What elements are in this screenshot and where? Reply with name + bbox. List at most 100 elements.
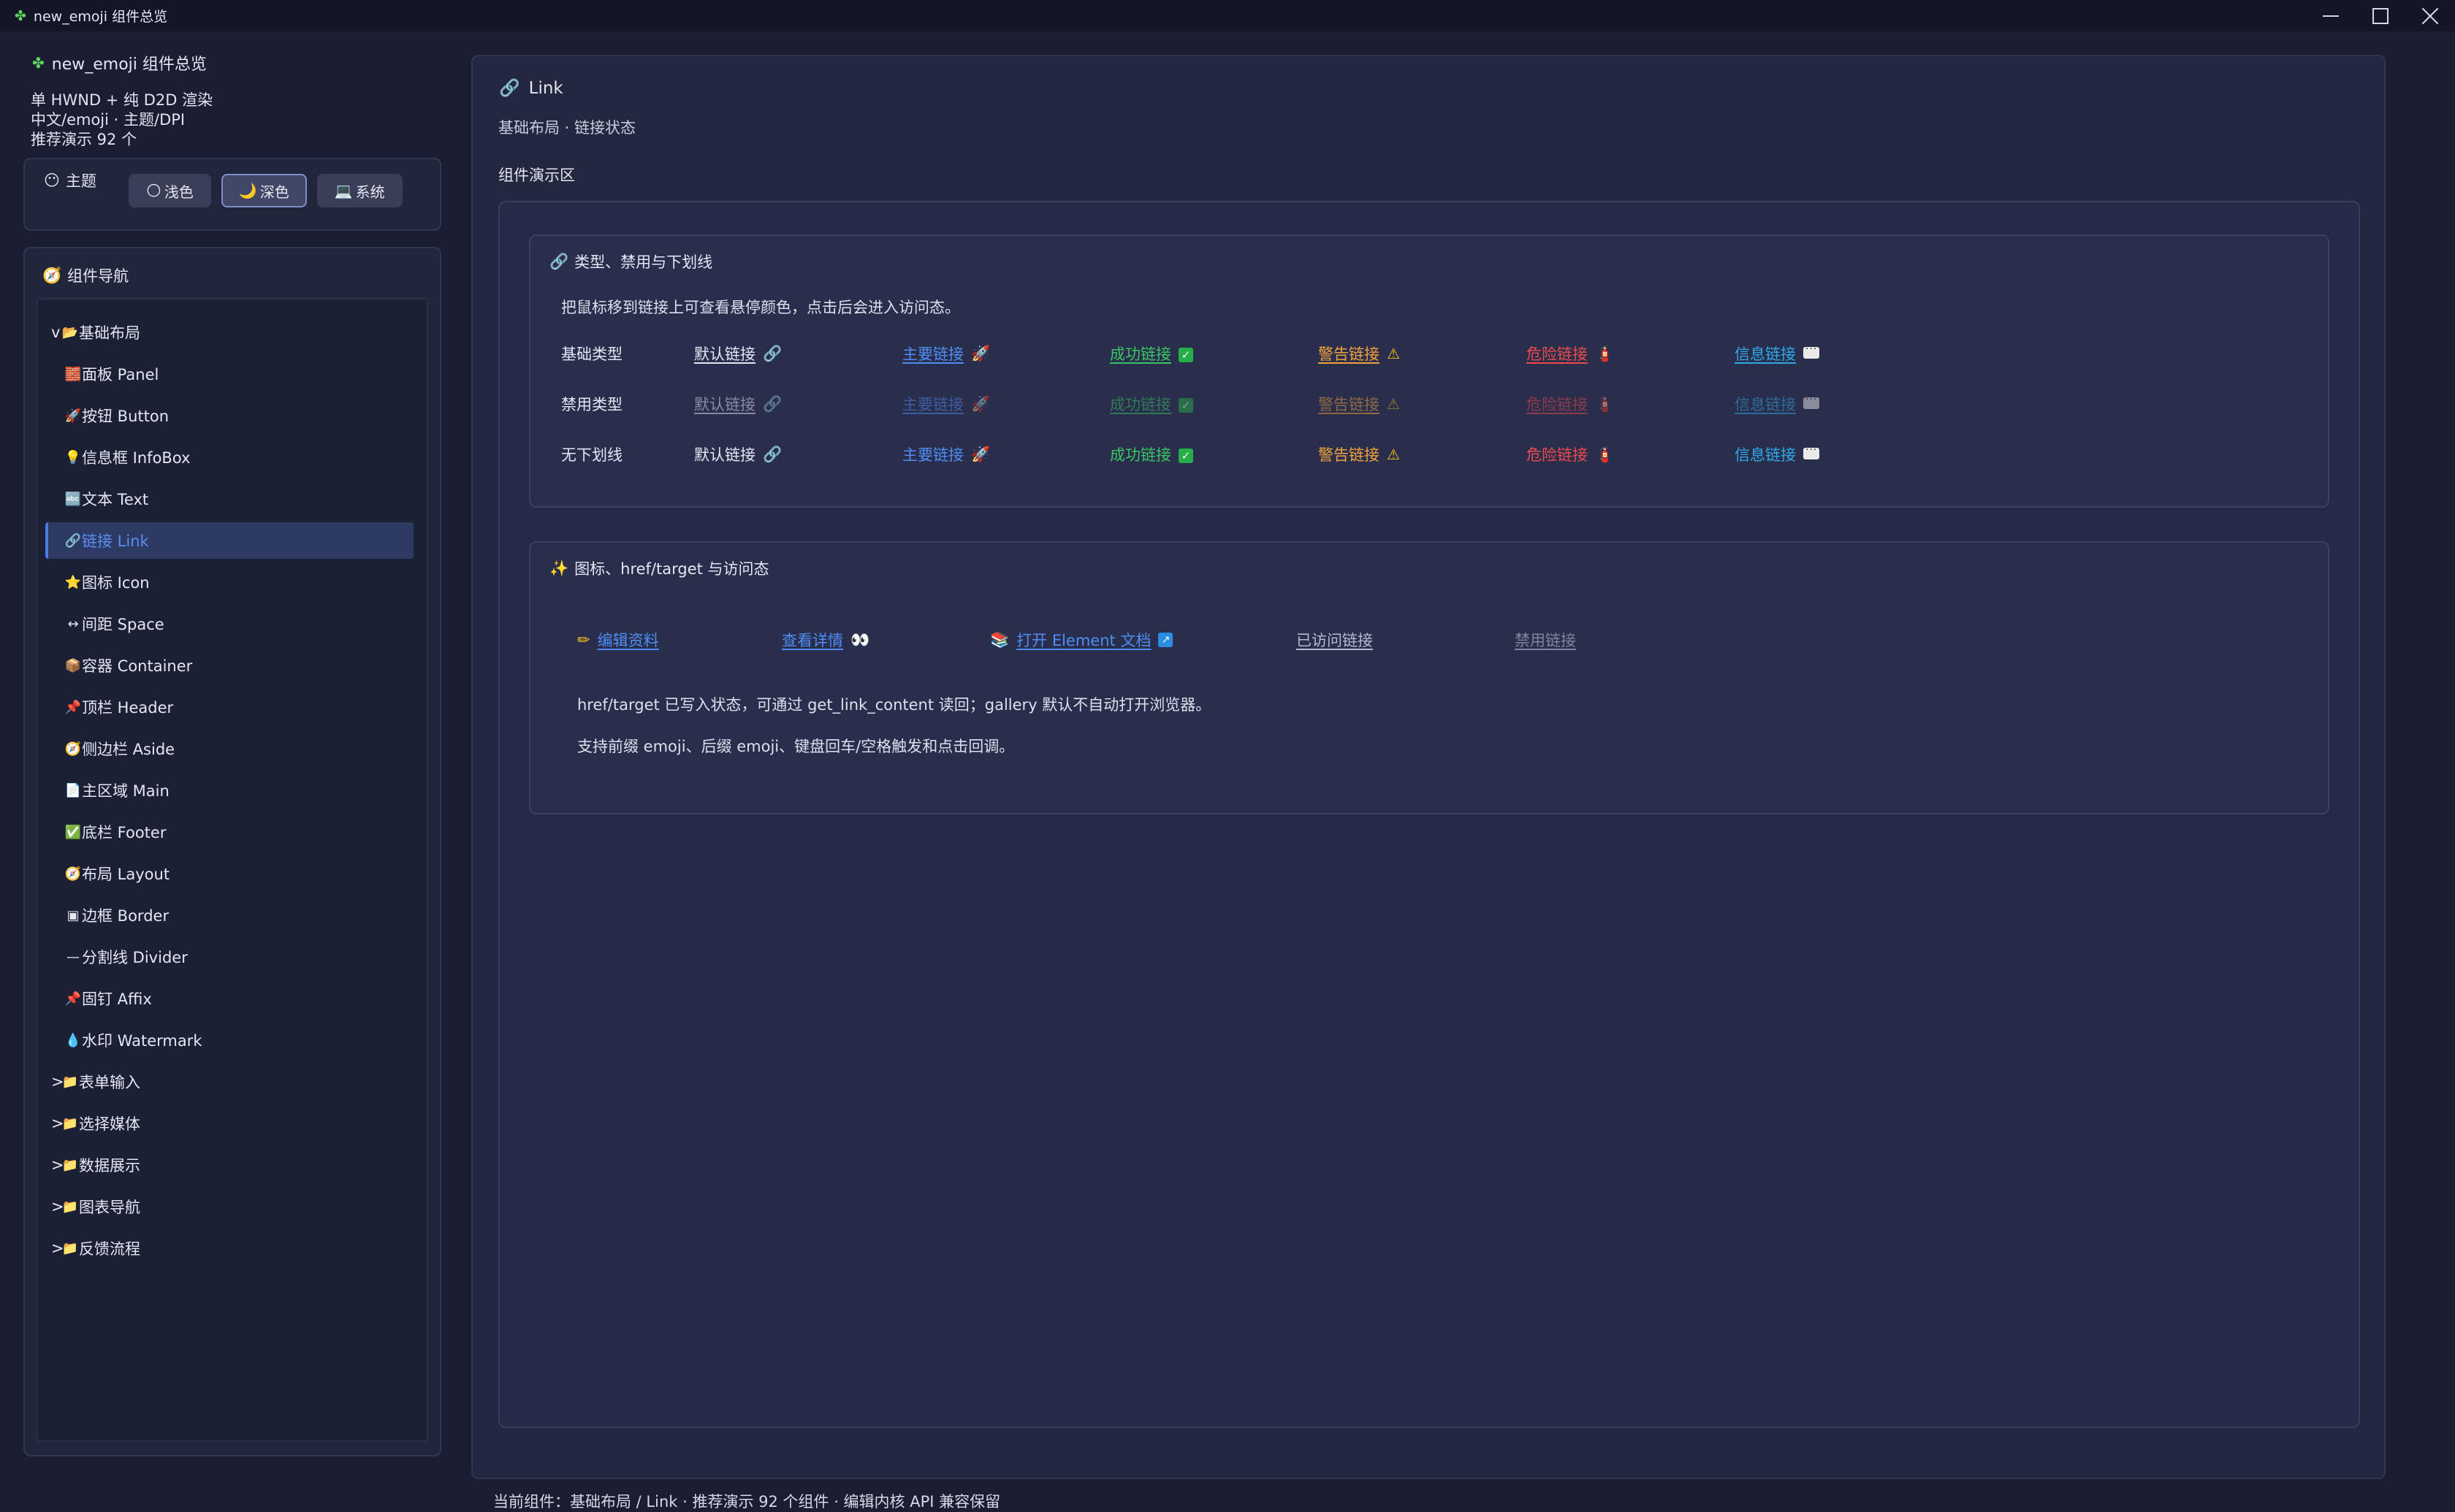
chevron-right-icon: > [51,1198,64,1215]
nav-item[interactable]: ↔ 间距 Space [38,606,427,642]
nav-item[interactable]: 📄 主区域 Main [38,772,427,809]
nav-item[interactable]: 💧 水印 Watermark [38,1022,427,1058]
nav-item-label: 容器 Container [82,657,193,675]
section-title: ✨ 图标、href/target 与访问态 [549,557,769,579]
books-icon: 📚 [990,630,1010,649]
link-text: 主要链接 [902,345,964,363]
nav-item[interactable]: 🔗 链接 Link [45,522,414,559]
nav-item-label: 面板 Panel [82,366,159,383]
info-link[interactable]: 信息链接 [1735,343,1819,364]
component-icon: 💡 [64,449,82,465]
link-text: 默认链接 [694,345,755,363]
nav-item[interactable]: — 分割线 Divider [38,939,427,975]
link-text: 危险链接 [1526,396,1588,413]
theme-system-button[interactable]: 💻 系统 [316,174,403,207]
nav-item[interactable]: 💡 信息框 InfoBox [38,439,427,476]
speech-bubble-icon [1803,343,1819,362]
warning-icon: ⚠ [1387,395,1400,413]
info-line: 单 HWND + 纯 D2D 渲染 [31,91,213,109]
success-link: 成功链接 ✓ [1110,393,1193,415]
nav-item[interactable]: ▣ 边框 Border [38,897,427,933]
pencil-icon: ✏ [577,631,590,649]
link-icon: 🔗 [763,445,783,463]
edit-profile-link[interactable]: ✏ 编辑资料 [577,629,659,651]
brand-info: 单 HWND + 纯 D2D 渲染 中文/emoji · 主题/DPI 推荐演示… [31,91,213,150]
link-icon: 🔗 [499,79,520,98]
nav-group[interactable]: > 📁 数据展示 [38,1147,427,1183]
chevron-right-icon: > [51,1115,64,1132]
external-link-icon: ↗ [1158,633,1173,647]
nav-item-label: 文本 Text [82,491,149,508]
primary-link[interactable]: 主要链接 🚀 [902,443,990,465]
section-title-text: 类型、禁用与下划线 [574,253,713,271]
nav-item-label: 表单输入 [79,1074,140,1091]
open-docs-link[interactable]: 📚 打开 Element 文档 ↗ [990,629,1173,651]
link-text: 打开 Element 文档 [1016,632,1152,649]
nav-group[interactable]: v 📂 基础布局 [38,314,427,351]
info-link[interactable]: 信息链接 [1735,443,1819,465]
nav-item[interactable]: ✅ 底栏 Footer [38,814,427,850]
nav-card: 🧭 组件导航 v 📂 基础布局 🧱 面板 Panel 🚀 按钮 Button 💡 信息框 Inf… [23,247,441,1456]
warning-link[interactable]: 警告链接 ⚠ [1318,443,1400,465]
rocket-icon: 🚀 [971,445,991,463]
nav-group[interactable]: > 📁 选择媒体 [38,1105,427,1142]
check-icon: ✓ [1179,446,1193,463]
nav-item[interactable]: 🧱 面板 Panel [38,356,427,392]
nav-item-label: 图标 Icon [82,574,150,592]
warning-icon: ⚠ [1387,345,1400,362]
maximize-icon [2372,7,2389,24]
warning-link[interactable]: 警告链接 ⚠ [1318,343,1400,364]
component-icon: 📦 [64,657,82,673]
compass-icon: 🧭 [42,266,62,284]
view-details-link[interactable]: 查看详情 👀 [782,629,869,651]
primary-link[interactable]: 主要链接 🚀 [902,343,990,364]
nav-group[interactable]: > 📁 表单输入 [38,1064,427,1100]
theme-button-label: 系统 [355,183,385,201]
link-icon: 🔗 [763,344,783,362]
disabled-link: 禁用链接 [1515,629,1576,651]
brand-title: new_emoji 组件总览 [51,56,207,74]
danger-link[interactable]: 危险链接 🧯 [1526,343,1614,364]
nav-item[interactable]: ⭐ 图标 Icon [38,564,427,600]
minimize-button[interactable] [2306,0,2356,31]
theme-light-button[interactable]: 🌕 浅色 [129,174,211,207]
nav-group[interactable]: > 📁 图表导航 [38,1188,427,1225]
eyes-icon: 👀 [850,630,870,649]
nav-item-label: 反馈流程 [79,1240,140,1258]
link-text: 危险链接 [1526,446,1588,464]
row-label: 无下划线 [561,446,623,464]
nav-item[interactable]: 🔤 文本 Text [38,481,427,517]
nav-item[interactable]: 📌 固钉 Affix [38,980,427,1017]
maximize-button[interactable] [2356,0,2405,31]
danger-link[interactable]: 危险链接 🧯 [1526,443,1614,465]
close-button[interactable] [2405,0,2455,31]
nav-group[interactable]: > 📁 反馈流程 [38,1230,427,1267]
nav-item[interactable]: 📦 容器 Container [38,647,427,684]
link-text: 警告链接 [1318,446,1379,464]
nav-item[interactable]: 🚀 按钮 Button [38,397,427,434]
nav-item-label: 分割线 Divider [82,949,188,966]
default-link[interactable]: 默认链接 🔗 [694,443,782,465]
theme-button-label: 浅色 [164,183,194,201]
chevron-right-icon: > [51,1073,64,1091]
nav-item[interactable]: 📌 顶栏 Header [38,689,427,725]
minimize-icon [2323,15,2339,17]
theme-dark-button[interactable]: 🌙 深色 [221,174,307,207]
nav-item-label: 间距 Space [82,616,164,633]
rocket-icon: 🚀 [971,394,991,413]
puzzle-icon: ✤ [15,7,26,24]
link-text: 已访问链接 [1296,632,1373,649]
component-icon: 🚀 [64,408,82,424]
success-link[interactable]: 成功链接 ✓ [1110,343,1193,364]
visited-link[interactable]: 已访问链接 [1296,629,1373,651]
nav-tree: v 📂 基础布局 🧱 面板 Panel 🚀 按钮 Button 💡 信息框 InfoBox 🔤 文本… [37,298,428,1442]
link-text: 主要链接 [902,396,964,413]
theme-title: 😶 主题 [44,169,96,191]
link-icon: 🔗 [549,252,569,270]
success-link[interactable]: 成功链接 ✓ [1110,443,1193,465]
nav-item[interactable]: 🧭 布局 Layout [38,855,427,892]
close-icon [2421,7,2439,25]
default-link[interactable]: 默认链接 🔗 [694,343,782,364]
nav-item[interactable]: 🧭 侧边栏 Aside [38,730,427,767]
component-icon: ✅ [64,824,82,840]
